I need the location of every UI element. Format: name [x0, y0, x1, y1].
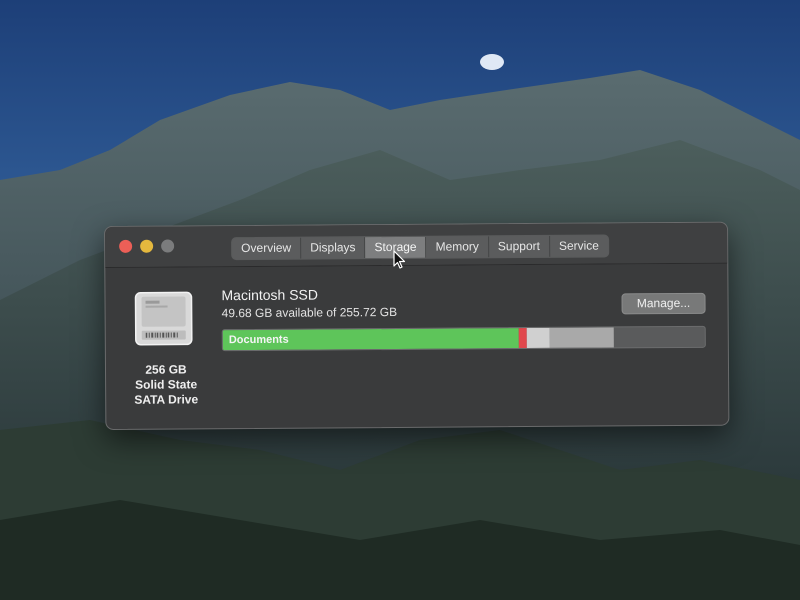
title-bar: Overview Displays Storage Memory Support…: [105, 222, 728, 268]
manage-button[interactable]: Manage...: [621, 292, 706, 315]
storage-segment-0[interactable]: Documents: [222, 328, 519, 351]
drive-name: Macintosh SSD: [221, 286, 319, 304]
storage-segment-1[interactable]: [518, 328, 527, 349]
close-button[interactable]: [119, 239, 133, 253]
tab-service[interactable]: Service: [550, 235, 608, 256]
minimize-button[interactable]: [140, 239, 154, 253]
storage-segment-2[interactable]: [526, 327, 550, 349]
storage-segment-3[interactable]: [549, 327, 614, 348]
drive-available: 49.68 GB available of 255.72 GB: [221, 304, 398, 321]
mouse-cursor-icon: [393, 250, 407, 270]
tab-displays[interactable]: Displays: [301, 237, 366, 259]
storage-usage-bar[interactable]: Documents: [221, 325, 706, 352]
storage-segment-label: Documents: [228, 333, 289, 347]
zoom-button[interactable]: [161, 239, 175, 253]
tab-memory[interactable]: Memory: [426, 236, 489, 258]
tab-overview[interactable]: Overview: [232, 237, 302, 260]
tab-bar: Overview Displays Storage Memory Support…: [231, 234, 610, 261]
drive-type: Solid State: [135, 377, 198, 392]
drive-capacity: 256 GB: [145, 362, 187, 377]
drive-interface: SATA Drive: [134, 392, 199, 407]
tab-support[interactable]: Support: [488, 235, 551, 258]
about-this-mac-window: Overview Displays Storage Memory Support…: [104, 221, 730, 430]
ssd-drive-icon: [131, 286, 195, 350]
drive-info-caption: 256 GB Solid State SATA Drive: [116, 362, 216, 408]
